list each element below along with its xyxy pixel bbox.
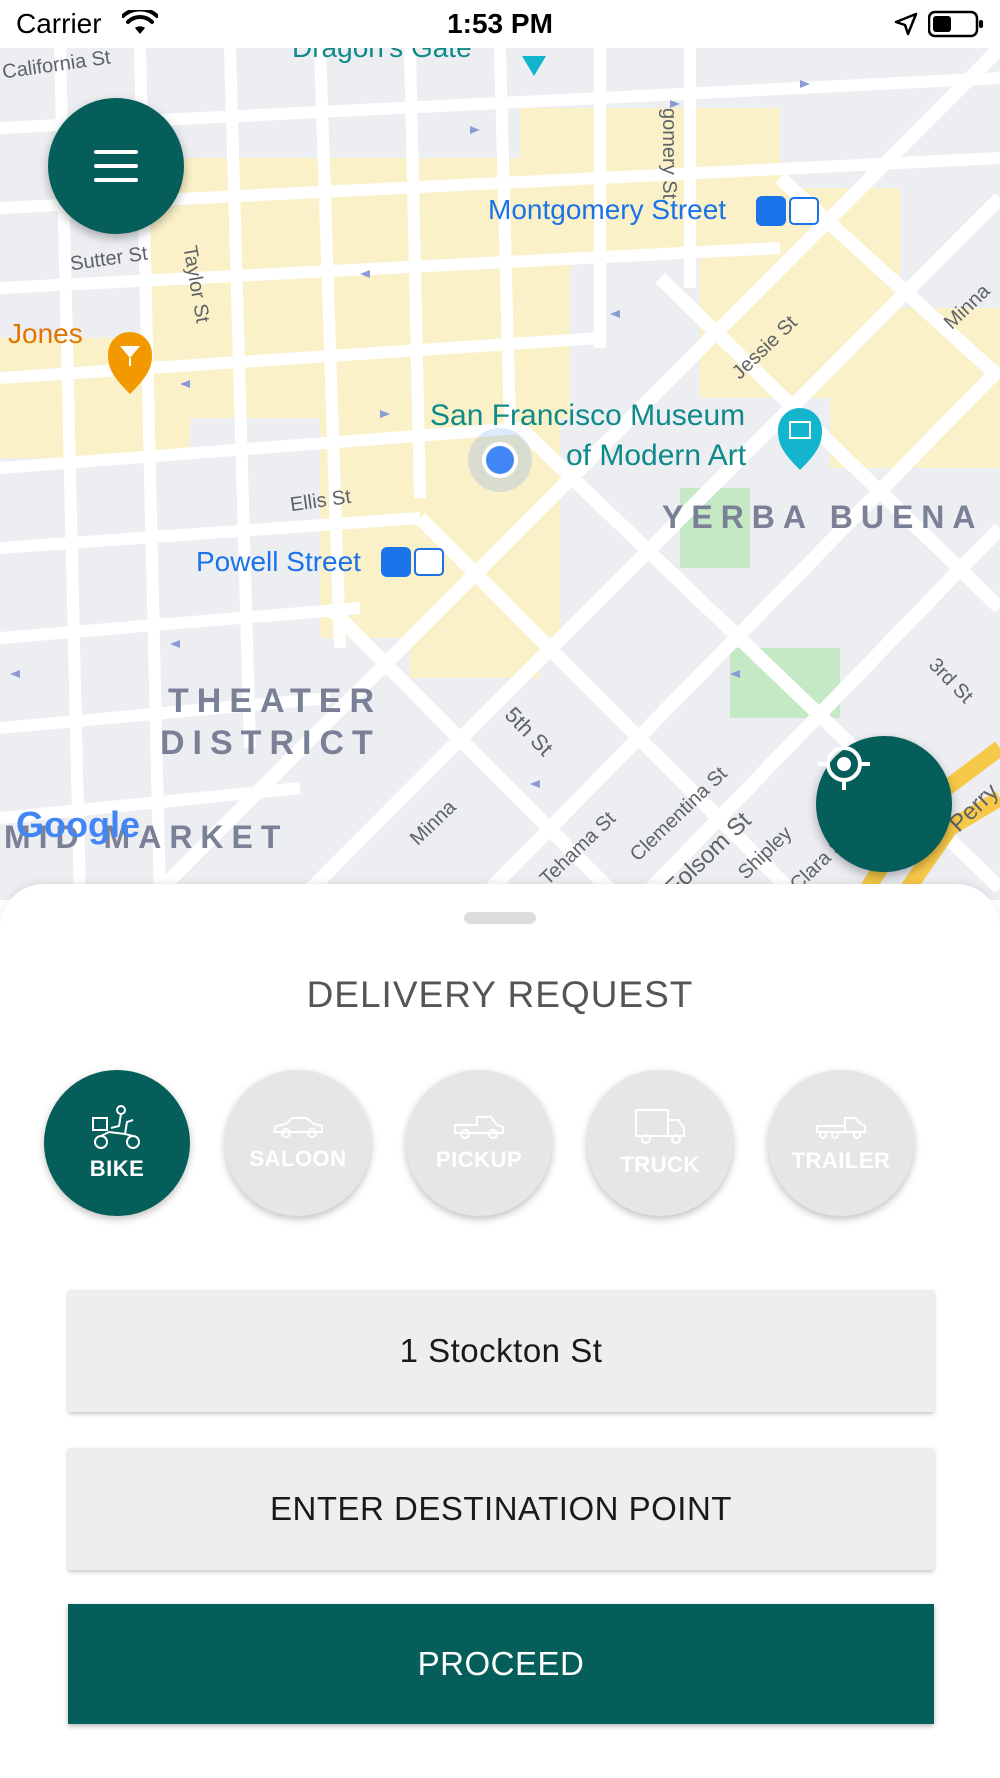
google-logo: Google <box>16 804 140 845</box>
my-location-button[interactable] <box>816 736 952 872</box>
menu-button[interactable] <box>48 98 184 234</box>
battery-icon <box>927 10 984 43</box>
vehicle-selector: BIKE SALOON PICKUP TRUCK TRAILER <box>0 1070 1000 1220</box>
vehicle-label-trailer: TRAILER <box>791 1148 891 1173</box>
status-bar: Carrier 1:53 PM <box>0 0 1000 48</box>
vehicle-label-saloon: SALOON <box>249 1146 347 1171</box>
vehicle-option-pickup[interactable]: PICKUP <box>406 1070 552 1216</box>
destination-field[interactable]: ENTER DESTINATION POINT <box>68 1448 934 1570</box>
sheet-title: DELIVERY REQUEST <box>306 974 694 1015</box>
map-label-sfmoma-line1: San Francisco Museum <box>430 399 746 432</box>
trailer-truck-icon <box>816 1117 866 1139</box>
map-label-theater-line2: DISTRICT <box>160 724 381 762</box>
vehicle-option-saloon[interactable]: SALOON <box>225 1070 371 1216</box>
crosshair-icon <box>818 738 870 790</box>
map-label-powell-station: Powell Street <box>196 546 361 577</box>
delivery-request-sheet: DELIVERY REQUEST BIKE SALOON PICKUP TRUC… <box>0 884 1000 1778</box>
saloon-car-icon <box>272 1117 323 1138</box>
delivery-bike-icon <box>92 1105 140 1149</box>
map-label-sfmoma-line2: of Modern Art <box>566 439 747 472</box>
location-arrow-icon <box>894 12 918 41</box>
vehicle-label-bike: BIKE <box>89 1156 145 1181</box>
map-label-yerba-buena: YERBA BUENA <box>662 499 984 535</box>
truck-icon <box>635 1109 685 1144</box>
hamburger-menu-icon <box>94 150 138 182</box>
pickup-truck-icon <box>454 1116 504 1139</box>
map-label-montgomery-station: Montgomery Street <box>488 194 727 225</box>
vehicle-option-truck[interactable]: TRUCK <box>587 1070 733 1216</box>
map-label-theater-line1: THEATER <box>168 682 383 720</box>
status-time: 1:53 PM <box>447 8 553 39</box>
map-label-dragons-gate: Dragon's Gate <box>292 48 472 68</box>
sheet-drag-handle[interactable] <box>464 912 536 924</box>
vehicle-option-bike[interactable]: BIKE <box>44 1070 190 1216</box>
pickup-location-field[interactable]: 1 Stockton St <box>68 1290 934 1412</box>
vehicle-label-truck: TRUCK <box>620 1152 700 1177</box>
map-label-jones: Jones <box>8 318 83 349</box>
vehicle-label-pickup: PICKUP <box>435 1147 523 1172</box>
proceed-button[interactable]: PROCEED <box>68 1604 934 1724</box>
map-label-montgomery-st: gomery St <box>658 108 680 200</box>
vehicle-option-trailer[interactable]: TRAILER <box>768 1070 914 1216</box>
